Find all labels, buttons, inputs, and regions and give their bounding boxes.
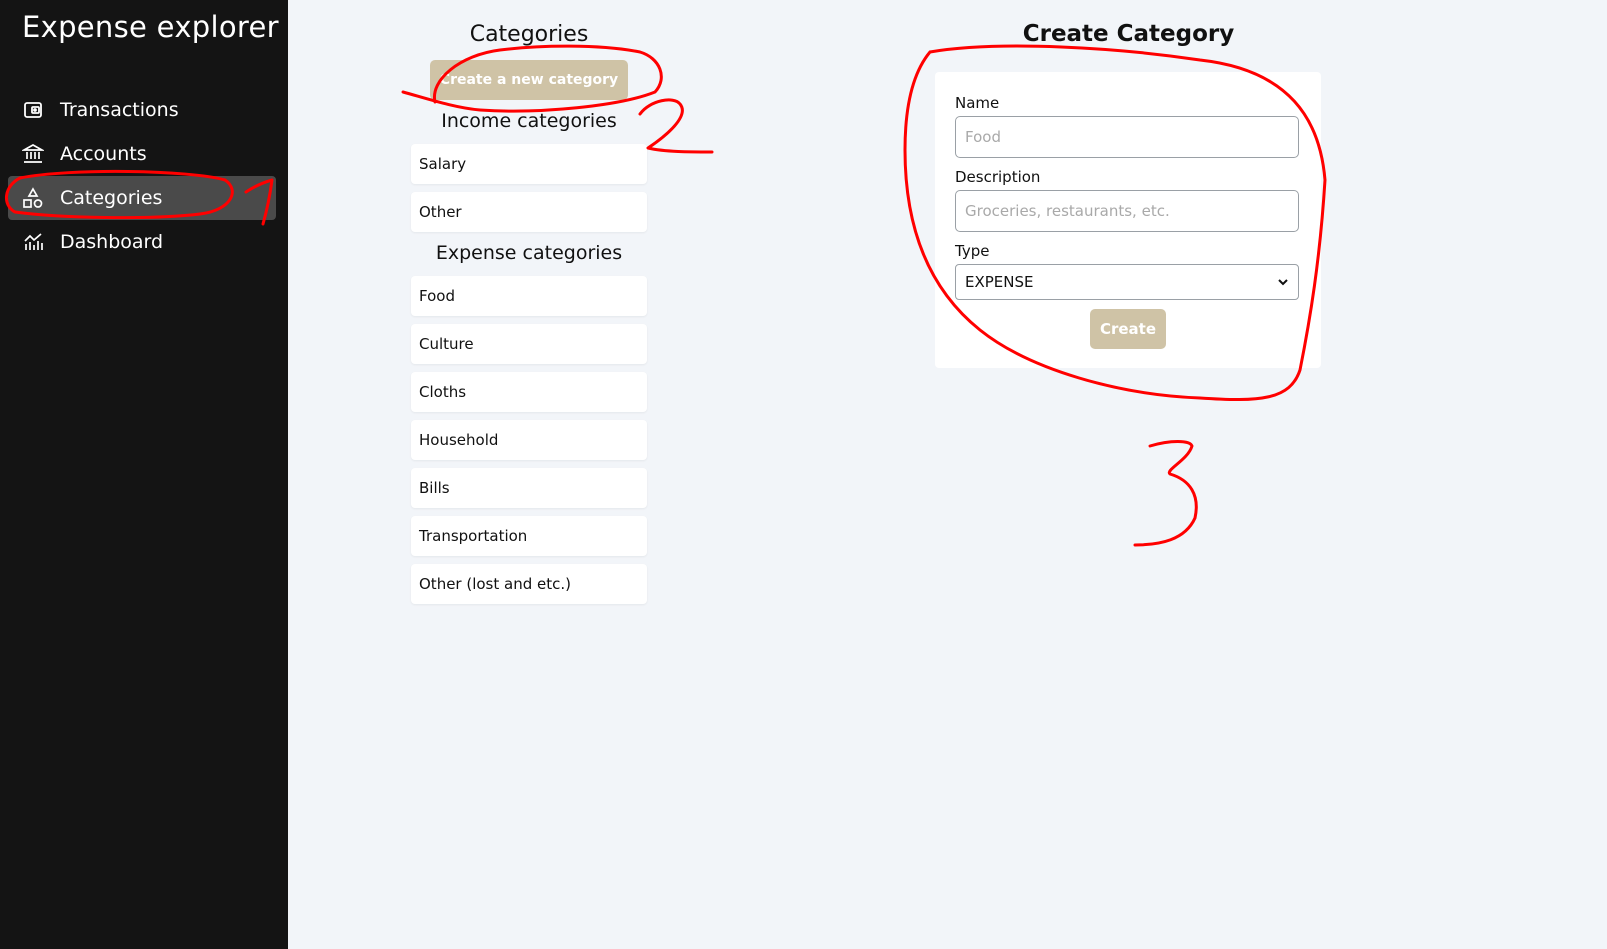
income-category-item[interactable]: Other [411, 192, 647, 232]
expense-category-item[interactable]: Food [411, 276, 647, 316]
expense-category-item[interactable]: Cloths [411, 372, 647, 412]
sidebar: Expense explorer Transactions Accounts C… [0, 0, 288, 949]
expense-categories-heading: Expense categories [435, 242, 623, 264]
description-label: Description [955, 168, 1041, 186]
income-categories-heading: Income categories [441, 110, 617, 132]
expense-category-item[interactable]: Culture [411, 324, 647, 364]
name-input[interactable] [955, 116, 1299, 158]
sidebar-item-label: Accounts [60, 143, 147, 165]
create-new-category-button[interactable]: Create a new category [430, 60, 628, 100]
income-category-item[interactable]: Salary [411, 144, 647, 184]
sidebar-item-label: Categories [60, 187, 163, 209]
app-title: Expense explorer [22, 10, 279, 44]
chart-icon [21, 230, 45, 254]
expense-category-item[interactable]: Household [411, 420, 647, 460]
type-select-value: EXPENSE [965, 273, 1034, 291]
expense-category-item[interactable]: Other (lost and etc.) [411, 564, 647, 604]
wallet-icon [21, 98, 45, 122]
categories-title: Categories [469, 22, 589, 47]
expense-category-item[interactable]: Transportation [411, 516, 647, 556]
name-label: Name [955, 94, 1000, 112]
create-category-form: Name Description Type EXPENSE Create [935, 72, 1321, 368]
create-button[interactable]: Create [1090, 309, 1166, 349]
shapes-icon [21, 186, 45, 210]
description-input[interactable] [955, 190, 1299, 232]
sidebar-item-categories[interactable]: Categories [8, 176, 276, 220]
create-category-title: Create Category [1022, 21, 1235, 47]
sidebar-item-label: Transactions [60, 99, 179, 121]
sidebar-item-label: Dashboard [60, 231, 164, 253]
bank-icon [21, 142, 45, 166]
sidebar-item-accounts[interactable]: Accounts [8, 132, 276, 176]
annotation-number-3 [1133, 440, 1198, 547]
expense-category-item[interactable]: Bills [411, 468, 647, 508]
type-select[interactable]: EXPENSE [955, 264, 1299, 300]
annotation-number-2 [638, 98, 714, 154]
sidebar-item-dashboard[interactable]: Dashboard [8, 220, 276, 264]
chevron-down-icon [1277, 276, 1289, 288]
sidebar-item-transactions[interactable]: Transactions [8, 88, 276, 132]
type-label: Type [955, 242, 990, 260]
